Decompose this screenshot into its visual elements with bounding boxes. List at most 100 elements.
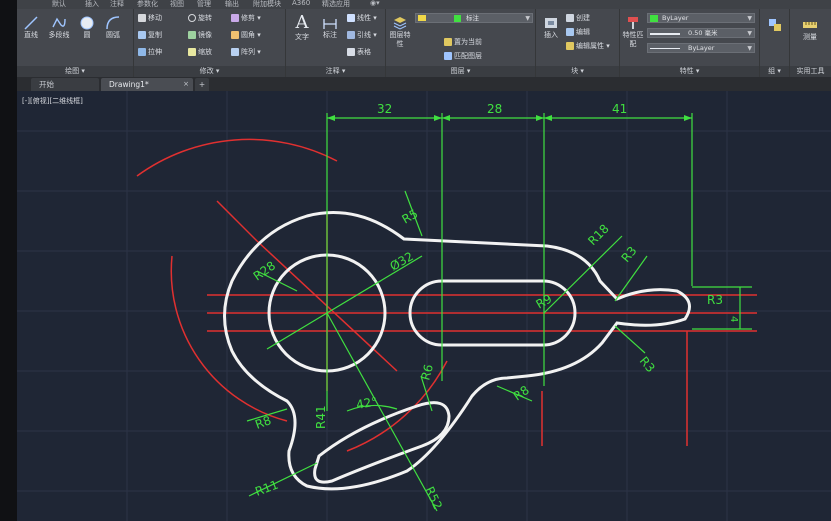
dim-r41: R41 [314,405,328,429]
dim-r3-right: R3 [707,293,723,307]
fillet-button[interactable]: 圆角 ▾ [231,31,261,40]
panel-utilities-title[interactable]: 实用工具 [790,66,831,77]
dim-r8-right: R8 [511,383,532,404]
tab-annotate[interactable]: 注释 [110,0,124,9]
insert-label: 插入 [544,31,558,39]
panel-properties-title[interactable]: 特性 ▾ [620,66,759,77]
trim-button[interactable]: 修剪 ▾ [231,14,261,23]
panel-properties: 特性匹配 ByLayer ▼ 0.50 毫米 ▼ ByLayer ▼ 特性 ▾ [620,9,760,77]
close-icon[interactable]: × [183,78,189,91]
match-properties-button[interactable]: 特性匹配 [622,15,644,49]
measure-button[interactable]: 测量 [796,17,824,42]
dim-42-degrees: 42° [355,394,378,411]
dim-4: 4 [728,316,739,322]
dimension-label: 标注 [323,31,337,39]
tab-parametric[interactable]: 参数化 [137,0,158,9]
ribbon-tab-bar: 默认 插入 注释 参数化 视图 管理 输出 附加模块 A360 精选应用 ◉▾ [17,0,831,9]
text-button[interactable]: A 文字 [290,13,314,42]
line-button[interactable]: 直线 [20,15,42,40]
copy-button[interactable]: 复制 [138,31,162,40]
create-block-icon [566,14,574,22]
tab-insert[interactable]: 插入 [85,0,99,9]
panel-layers-title[interactable]: 图层 ▾ [386,66,535,77]
dropdown-arrow-icon: ▼ [747,15,752,22]
dropdown-arrow-icon: ▼ [747,30,752,37]
color-dropdown[interactable]: ByLayer ▼ [647,13,755,23]
stretch-button[interactable]: 拉伸 [138,48,162,57]
line-label: 直线 [24,31,38,39]
move-button[interactable]: 移动 [138,14,162,23]
arc-button[interactable]: 圆弧 [101,15,125,40]
match-layer-button[interactable]: 匹配图层 [444,52,482,61]
panel-draw: 直线 多段线 圆 圆弧 绘图 ▾ [17,9,134,77]
edit-block-button[interactable]: 编辑 [566,28,590,37]
group-icon[interactable] [767,17,783,33]
scale-button[interactable]: 缩放 [188,48,212,57]
ribbon-options-toggle[interactable]: ◉▾ [370,0,380,9]
tab-a360[interactable]: A360 [292,0,310,9]
color-swatch [650,15,658,22]
dim-32: 32 [377,102,392,116]
tab-drawing1[interactable]: Drawing1* × [101,78,193,91]
array-icon [231,48,239,56]
circle-label: 圆 [83,31,91,39]
trim-icon [231,14,239,22]
tab-view[interactable]: 视图 [170,0,184,9]
dim-r18: R18 [585,222,612,249]
circle-button[interactable]: 圆 [76,15,98,40]
tab-output[interactable]: 输出 [225,0,239,9]
polyline-button[interactable]: 多段线 [44,15,74,40]
lineweight-dropdown[interactable]: 0.50 毫米 ▼ [647,28,755,38]
mirror-icon [188,31,196,39]
rotate-button[interactable]: 旋转 [188,14,212,23]
leader-icon [347,31,355,39]
layer-stack-icon [393,17,407,30]
lightbulb-icon [418,15,426,21]
panel-layers: 图层特性 标注 ▼ 置为当前 匹配图层 图层 ▾ [386,9,536,77]
copy-icon [138,31,146,39]
arc-label: 圆弧 [106,31,120,39]
table-button[interactable]: 表格 [347,48,371,57]
layer-dropdown[interactable]: 标注 ▼ [415,13,533,23]
centerlines [136,138,757,452]
dim-r3-top: R3 [619,244,640,265]
dim-r6: R6 [418,363,436,382]
lineweight-value: 0.50 毫米 [688,29,718,37]
dim-28: 28 [487,102,502,116]
linetype-value: ByLayer [688,44,715,52]
tab-manage[interactable]: 管理 [197,0,211,9]
linetype-dropdown[interactable]: ByLayer ▼ [647,43,755,53]
mirror-button[interactable]: 镜像 [188,31,212,40]
panel-draw-title[interactable]: 绘图 ▾ [17,66,133,77]
tab-addins[interactable]: 附加模块 [253,0,281,9]
dim-r3-bottom: R3 [637,354,658,375]
stretch-icon [138,48,146,56]
tab-start[interactable]: 开始 [31,78,99,91]
panel-annotation-title[interactable]: 注释 ▾ [286,66,385,77]
dimension-button[interactable]: 标注 [318,15,342,40]
dropdown-arrow-icon: ▼ [525,15,530,22]
linear-icon [347,14,355,22]
set-current-icon [444,38,452,46]
array-button[interactable]: 阵列 ▾ [231,48,261,57]
new-tab-button[interactable]: + [195,78,209,91]
drawing-viewport[interactable]: [-][俯视][二维线框] 32 28 41 R5 R28 Ø32 R18 R3… [17,91,831,521]
linetype-preview [650,48,680,49]
linear-button[interactable]: 线性 ▾ [347,14,377,23]
layer-properties-button[interactable]: 图层特性 [389,15,411,49]
panel-modify-title[interactable]: 修改 ▾ [134,66,285,77]
insert-button[interactable]: 插入 [540,15,562,40]
current-layer-name: 标注 [466,14,479,22]
tab-default[interactable]: 默认 [52,0,66,9]
set-current-button[interactable]: 置为当前 [444,38,482,47]
create-block-button[interactable]: 创建 [566,14,590,23]
leader-button[interactable]: 引线 ▾ [347,31,377,40]
panel-groups-title[interactable]: 组 ▾ [760,66,789,77]
dimension-icon [323,19,337,29]
edit-attributes-button[interactable]: 编辑属性 ▾ [566,42,610,51]
line-icon [24,16,38,30]
tab-featured-apps[interactable]: 精选应用 [322,0,350,9]
text-label: 文字 [295,33,309,41]
dim-dia32: Ø32 [388,249,416,273]
panel-block-title[interactable]: 块 ▾ [536,66,619,77]
